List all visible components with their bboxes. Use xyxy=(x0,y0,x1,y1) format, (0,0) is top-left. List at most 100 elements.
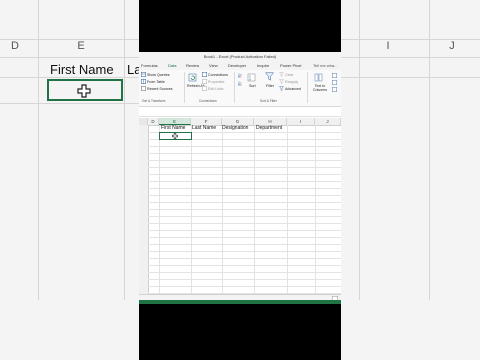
grid-line xyxy=(341,57,480,58)
zoom-col-header-d: D xyxy=(11,40,19,52)
zoom-col-header-i: I xyxy=(386,40,390,52)
refresh-icon xyxy=(188,73,197,82)
grid-line-horizontal xyxy=(148,237,341,238)
group-separator xyxy=(234,72,235,103)
col-header-d[interactable]: D xyxy=(148,118,159,125)
connections-button[interactable]: Connections xyxy=(208,73,228,77)
cell-e-first-name[interactable]: First Name xyxy=(161,125,185,131)
remove-duplicates-icon xyxy=(332,80,337,85)
text-to-columns-button[interactable]: Text to Columns xyxy=(310,84,330,92)
grid-line-horizontal xyxy=(148,160,341,161)
group-label-connections: Connections xyxy=(199,99,217,103)
sort-za-icon: ZA xyxy=(238,81,242,86)
table-icon xyxy=(141,72,146,77)
grid-line-horizontal xyxy=(148,286,341,287)
group-label-get-transform: Get & Transform xyxy=(142,99,166,103)
properties-button[interactable]: Properties xyxy=(208,80,224,84)
grid-line xyxy=(0,57,139,58)
svg-text:Z: Z xyxy=(240,77,242,78)
ribbon-tabs: Formulas Data Review View Developer Inqu… xyxy=(139,62,341,71)
zoomed-sheet-left: D E First Name La xyxy=(0,0,141,360)
sort-button[interactable]: Sort xyxy=(249,84,256,88)
data-validation-icon xyxy=(332,87,337,92)
clear-button[interactable]: Clear xyxy=(285,73,294,77)
cell-g-designation[interactable]: Designation xyxy=(222,125,248,131)
edit-links-button[interactable]: Edit Links xyxy=(208,87,224,91)
zoom-col-header-e: E xyxy=(77,40,85,52)
cross-cursor-icon xyxy=(172,133,178,139)
cell-h-department[interactable]: Department xyxy=(256,125,282,131)
grid-line xyxy=(341,39,480,40)
grid-line-horizontal xyxy=(148,216,341,217)
grid-line-horizontal xyxy=(148,223,341,224)
grid-line-horizontal xyxy=(148,209,341,210)
filter-button[interactable]: Filter xyxy=(266,84,274,88)
col-header-e[interactable]: E xyxy=(159,118,191,125)
grid-line xyxy=(429,0,430,300)
grid-line xyxy=(341,77,480,78)
grid-line-horizontal xyxy=(148,265,341,266)
formula-bar[interactable] xyxy=(139,107,341,117)
svg-text:A: A xyxy=(240,84,242,86)
group-separator xyxy=(184,72,185,103)
zoomed-sheet-right: I J xyxy=(341,0,480,360)
recent-sources-icon xyxy=(141,86,146,91)
cell-f-last-name[interactable]: Last Name xyxy=(192,125,216,131)
grid-line-horizontal xyxy=(148,230,341,231)
connections-icon xyxy=(202,72,207,77)
grid-line-horizontal xyxy=(148,195,341,196)
sort-icon: ZA xyxy=(247,73,256,82)
zoom-first-name: First Name xyxy=(50,62,114,77)
recent-sources-button[interactable]: Recent Sources xyxy=(147,87,173,91)
reapply-icon xyxy=(279,79,284,84)
grid-line-horizontal xyxy=(148,202,341,203)
col-header-h[interactable]: H xyxy=(254,118,287,125)
grid-line-horizontal xyxy=(148,279,341,280)
grid-line xyxy=(0,103,139,104)
grid-line xyxy=(38,0,39,300)
grid-line-horizontal xyxy=(148,167,341,168)
tab-power-pivot[interactable]: Power Pivot xyxy=(280,62,301,70)
grid-line-horizontal xyxy=(148,181,341,182)
properties-icon xyxy=(202,79,207,84)
tell-me-box[interactable]: Tell me wha... xyxy=(313,62,337,70)
tab-review[interactable]: Review xyxy=(186,62,199,70)
text-to-columns-icon xyxy=(314,73,323,82)
grid-line xyxy=(359,0,360,300)
filter-icon xyxy=(265,72,274,81)
col-header-i[interactable]: I xyxy=(287,118,315,125)
status-green-bar xyxy=(139,300,341,304)
tab-view[interactable]: View xyxy=(209,62,218,70)
grid-line-horizontal xyxy=(148,272,341,273)
grid-line xyxy=(0,77,139,78)
col-header-f[interactable]: F xyxy=(191,118,222,125)
svg-text:A: A xyxy=(249,78,251,82)
cross-cursor-icon xyxy=(77,84,91,98)
grid-line-horizontal xyxy=(148,244,341,245)
clear-filter-icon xyxy=(279,72,284,77)
advanced-button[interactable]: Advanced xyxy=(285,87,301,91)
from-table-button[interactable]: From Table xyxy=(147,80,165,84)
col-header-j[interactable]: J xyxy=(315,118,341,125)
show-queries-button[interactable]: Show Queries xyxy=(147,73,170,77)
grid-line xyxy=(124,0,125,300)
window-title: Book1 - Excel (Product Activation Failed… xyxy=(139,52,341,62)
ribbon-data: Show Queries From Table Recent Sources G… xyxy=(139,70,341,107)
group-separator xyxy=(307,72,308,103)
edit-links-icon xyxy=(202,86,207,91)
table-icon xyxy=(141,79,146,84)
reapply-button[interactable]: Reapply xyxy=(285,80,298,84)
grid-line-horizontal xyxy=(148,251,341,252)
flash-fill-icon xyxy=(332,73,337,78)
select-all-corner[interactable] xyxy=(139,118,148,125)
zoom-col-header-j: J xyxy=(449,40,455,52)
group-label-sort-filter: Sort & Filter xyxy=(260,99,277,103)
tab-inquire[interactable]: Inquire xyxy=(257,62,269,70)
advanced-filter-icon xyxy=(279,86,284,91)
grid-line-horizontal xyxy=(148,188,341,189)
worksheet-grid[interactable]: D E F G H I J First Name Last Name Desig… xyxy=(139,118,341,294)
grid-line-horizontal xyxy=(148,146,341,147)
tab-developer[interactable]: Developer xyxy=(228,62,246,70)
tab-formulas[interactable]: Formulas xyxy=(141,62,158,70)
col-header-g[interactable]: G xyxy=(222,118,254,125)
